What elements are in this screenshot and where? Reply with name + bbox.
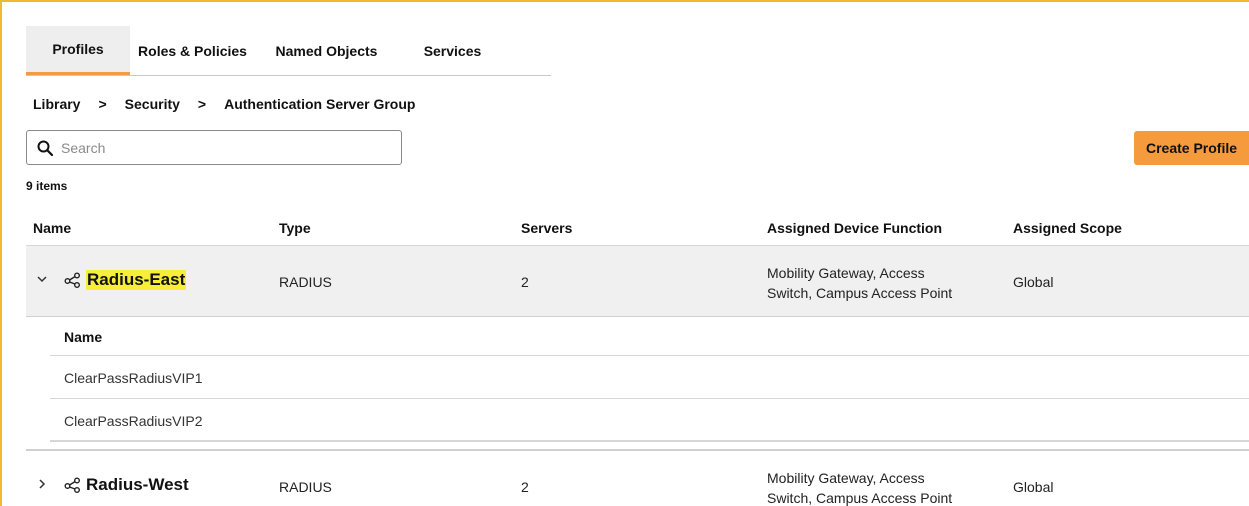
share-nodes-icon (64, 272, 80, 288)
subtable-row[interactable]: ClearPassRadiusVIP2 (50, 399, 1249, 442)
row-type: RADIUS (279, 479, 332, 495)
breadcrumb-library[interactable]: Library (33, 96, 80, 112)
row-scope: Global (1013, 479, 1054, 495)
items-count: 9 items (26, 179, 68, 193)
tab-named-objects[interactable]: Named Objects (255, 26, 398, 75)
chevron-down-icon[interactable] (35, 272, 49, 286)
column-header-servers[interactable]: Servers (521, 220, 572, 236)
row-device-function-line: Mobility Gateway, Access (767, 470, 925, 486)
row-device-function-line: Switch, Campus Access Point (767, 285, 953, 301)
server-name: ClearPassRadiusVIP2 (64, 413, 203, 429)
row-name[interactable]: Radius-West (86, 475, 189, 495)
row-device-function: Mobility Gateway, Access Switch, Campus … (767, 468, 987, 506)
column-header-type[interactable]: Type (279, 220, 311, 236)
tab-services[interactable]: Services (398, 26, 551, 75)
row-device-function-line: Mobility Gateway, Access (767, 265, 925, 281)
breadcrumb: Library > Security > Authentication Serv… (33, 96, 415, 112)
chevron-right-icon[interactable] (35, 477, 49, 491)
table-row[interactable]: Radius-West RADIUS 2 Mobility Gateway, A… (26, 449, 1249, 506)
app-frame: Profiles Roles & Policies Named Objects … (0, 0, 1249, 506)
column-header-name[interactable]: Name (33, 220, 71, 236)
table-row[interactable]: Radius-East RADIUS 2 Mobility Gateway, A… (26, 245, 1249, 317)
breadcrumb-separator: > (98, 96, 107, 112)
row-servers: 2 (521, 274, 529, 290)
row-type: RADIUS (279, 274, 332, 290)
breadcrumb-auth-server-group: Authentication Server Group (224, 96, 416, 112)
server-name: ClearPassRadiusVIP1 (64, 370, 203, 386)
create-profile-button[interactable]: Create Profile (1134, 131, 1249, 165)
column-header-assigned-device-function[interactable]: Assigned Device Function (767, 220, 942, 236)
search-input[interactable] (61, 139, 381, 156)
tab-roles-policies[interactable]: Roles & Policies (130, 26, 255, 75)
row-device-function: Mobility Gateway, Access Switch, Campus … (767, 263, 987, 303)
breadcrumb-separator: > (197, 96, 207, 112)
subtable-header: Name (50, 318, 1249, 356)
subtable-row[interactable]: ClearPassRadiusVIP1 (50, 356, 1249, 399)
tab-profiles[interactable]: Profiles (26, 26, 130, 75)
search-box[interactable] (26, 130, 402, 165)
row-servers: 2 (521, 479, 529, 495)
column-header-assigned-scope[interactable]: Assigned Scope (1013, 220, 1122, 236)
search-icon (37, 140, 53, 156)
share-nodes-icon (64, 477, 80, 493)
subtable-column-name: Name (64, 329, 103, 345)
breadcrumb-security[interactable]: Security (125, 96, 180, 112)
row-device-function-line: Switch, Campus Access Point (767, 490, 953, 506)
tab-bar: Profiles Roles & Policies Named Objects … (26, 26, 551, 76)
row-scope: Global (1013, 274, 1054, 290)
row-name[interactable]: Radius-East (86, 270, 187, 290)
table-header: Name Type Servers Assigned Device Functi… (2, 214, 1249, 246)
